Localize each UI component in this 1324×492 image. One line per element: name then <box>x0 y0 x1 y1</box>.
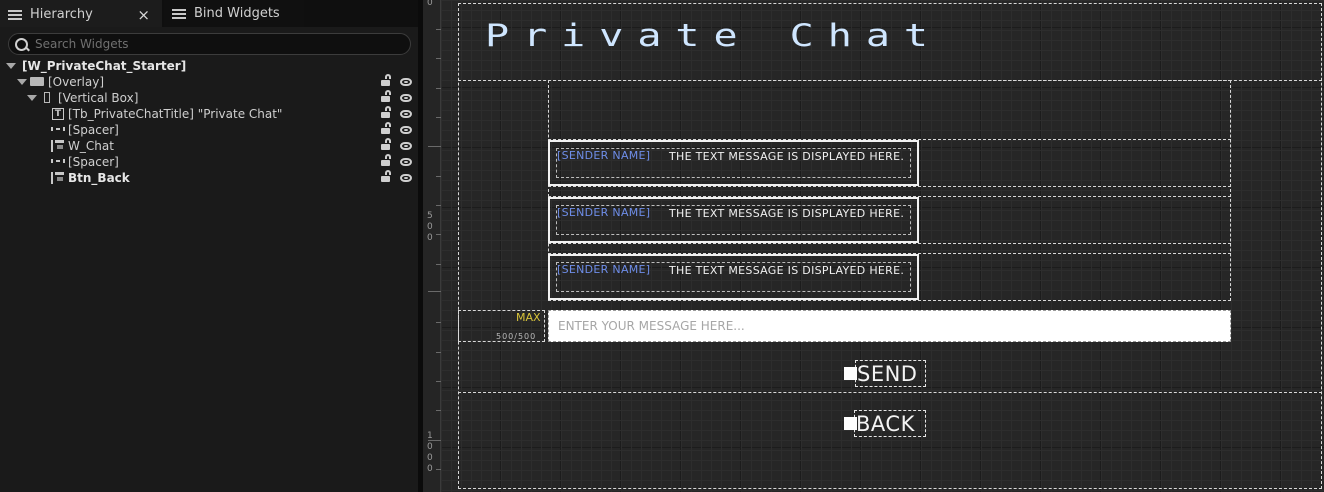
designer-canvas[interactable]: Private Chat [SENDER NAME] THE TEXT MESS… <box>441 0 1324 492</box>
tree-item-root[interactable]: [W_PrivateChat_Starter] <box>0 58 418 74</box>
row-divider <box>548 243 1231 244</box>
text-block-icon: T <box>52 108 64 120</box>
lock-icon[interactable] <box>381 74 391 86</box>
visibility-eye-icon[interactable] <box>400 174 412 182</box>
tree-item-vertical-box[interactable]: [Vertical Box] <box>0 90 418 106</box>
max-label: MAX <box>516 311 541 324</box>
visibility-eye-icon[interactable] <box>400 78 412 86</box>
vertical-ruler: 0 500 1000 <box>423 0 441 492</box>
char-count: 500/500 <box>496 332 537 341</box>
tree-item-label: [W_PrivateChat_Starter] <box>22 59 187 73</box>
visibility-eye-icon[interactable] <box>400 142 412 150</box>
send-button[interactable]: SEND <box>844 360 926 387</box>
lock-icon[interactable] <box>381 170 391 182</box>
ruler-mark-1000: 1000 <box>427 431 433 474</box>
user-widget-icon <box>51 172 64 184</box>
spacer-icon <box>51 127 65 131</box>
chat-message: [SENDER NAME] THE TEXT MESSAGE IS DISPLA… <box>548 140 919 186</box>
tree-item-spacer[interactable]: [Spacer] <box>0 122 418 138</box>
user-widget-icon <box>51 140 64 152</box>
bind-widgets-icon <box>172 8 186 20</box>
ruler-mark-500: 500 <box>427 211 433 243</box>
lock-icon[interactable] <box>381 90 391 102</box>
tab-hierarchy[interactable]: Hierarchy × <box>0 0 162 27</box>
tree-item-label: Btn_Back <box>68 171 130 185</box>
sender-name: [SENDER NAME] <box>557 263 651 276</box>
message-input[interactable] <box>548 310 1231 342</box>
overlay-icon <box>30 77 44 86</box>
sender-name: [SENDER NAME] <box>557 149 651 162</box>
lock-icon[interactable] <box>381 138 391 150</box>
tree-item-label: [Spacer] <box>68 155 119 169</box>
hierarchy-icon <box>8 9 22 21</box>
spacer-icon <box>51 159 65 163</box>
visibility-eye-icon[interactable] <box>400 94 412 102</box>
lock-icon[interactable] <box>381 106 391 118</box>
send-button-label: SEND <box>857 362 918 386</box>
message-text: THE TEXT MESSAGE IS DISPLAYED HERE. <box>669 207 905 220</box>
widget-tree: [W_PrivateChat_Starter] [Overlay] [Verti… <box>0 58 418 186</box>
back-divider <box>458 392 1322 393</box>
tree-item-label: [Overlay] <box>48 75 105 89</box>
expand-arrow-icon[interactable] <box>6 63 16 69</box>
chat-message: [SENDER NAME] THE TEXT MESSAGE IS DISPLA… <box>548 254 919 300</box>
tree-item-label: [Vertical Box] <box>58 91 139 105</box>
chat-message: [SENDER NAME] THE TEXT MESSAGE IS DISPLA… <box>548 197 919 243</box>
search-box <box>8 33 411 55</box>
tree-item-spacer[interactable]: [Spacer] <box>0 154 418 170</box>
tree-item-label: [Tb_PrivateChatTitle] "Private Chat" <box>68 107 283 121</box>
lock-icon[interactable] <box>381 154 391 166</box>
back-button-label: BACK <box>856 412 915 436</box>
message-text: THE TEXT MESSAGE IS DISPLAYED HERE. <box>669 150 905 163</box>
panel-tab-bar: Hierarchy × Bind Widgets <box>0 0 418 27</box>
tree-item-btn-back[interactable]: Btn_Back <box>0 170 418 186</box>
button-image-icon <box>844 367 857 380</box>
close-icon[interactable]: × <box>137 6 150 24</box>
page-title: Private Chat <box>485 18 942 54</box>
tree-item-w-chat[interactable]: W_Chat <box>0 138 418 154</box>
tree-item-overlay[interactable]: [Overlay] <box>0 74 418 90</box>
tab-hierarchy-label: Hierarchy <box>30 7 93 22</box>
tree-item-label: W_Chat <box>68 139 114 153</box>
vertical-box-icon <box>44 92 50 103</box>
visibility-eye-icon[interactable] <box>400 158 412 166</box>
row-divider <box>548 186 1231 187</box>
message-text: THE TEXT MESSAGE IS DISPLAYED HERE. <box>669 264 905 277</box>
tree-item-label: [Spacer] <box>68 123 119 137</box>
tree-item-title-text[interactable]: T [Tb_PrivateChatTitle] "Private Chat" <box>0 106 418 122</box>
visibility-eye-icon[interactable] <box>400 110 412 118</box>
back-button[interactable]: BACK <box>844 410 926 437</box>
tab-bind-widgets[interactable]: Bind Widgets <box>164 0 304 27</box>
lock-icon[interactable] <box>381 122 391 134</box>
sender-name: [SENDER NAME] <box>557 206 651 219</box>
expand-arrow-icon[interactable] <box>17 79 27 85</box>
button-image-icon <box>844 417 857 430</box>
visibility-eye-icon[interactable] <box>400 126 412 134</box>
tab-bind-widgets-label: Bind Widgets <box>194 6 280 21</box>
search-icon <box>15 38 28 51</box>
hierarchy-panel: Hierarchy × Bind Widgets [W_PrivateChat_… <box>0 0 418 492</box>
search-input[interactable] <box>35 35 405 53</box>
ruler-mark-0: 0 <box>427 0 433 8</box>
expand-arrow-icon[interactable] <box>27 95 37 101</box>
